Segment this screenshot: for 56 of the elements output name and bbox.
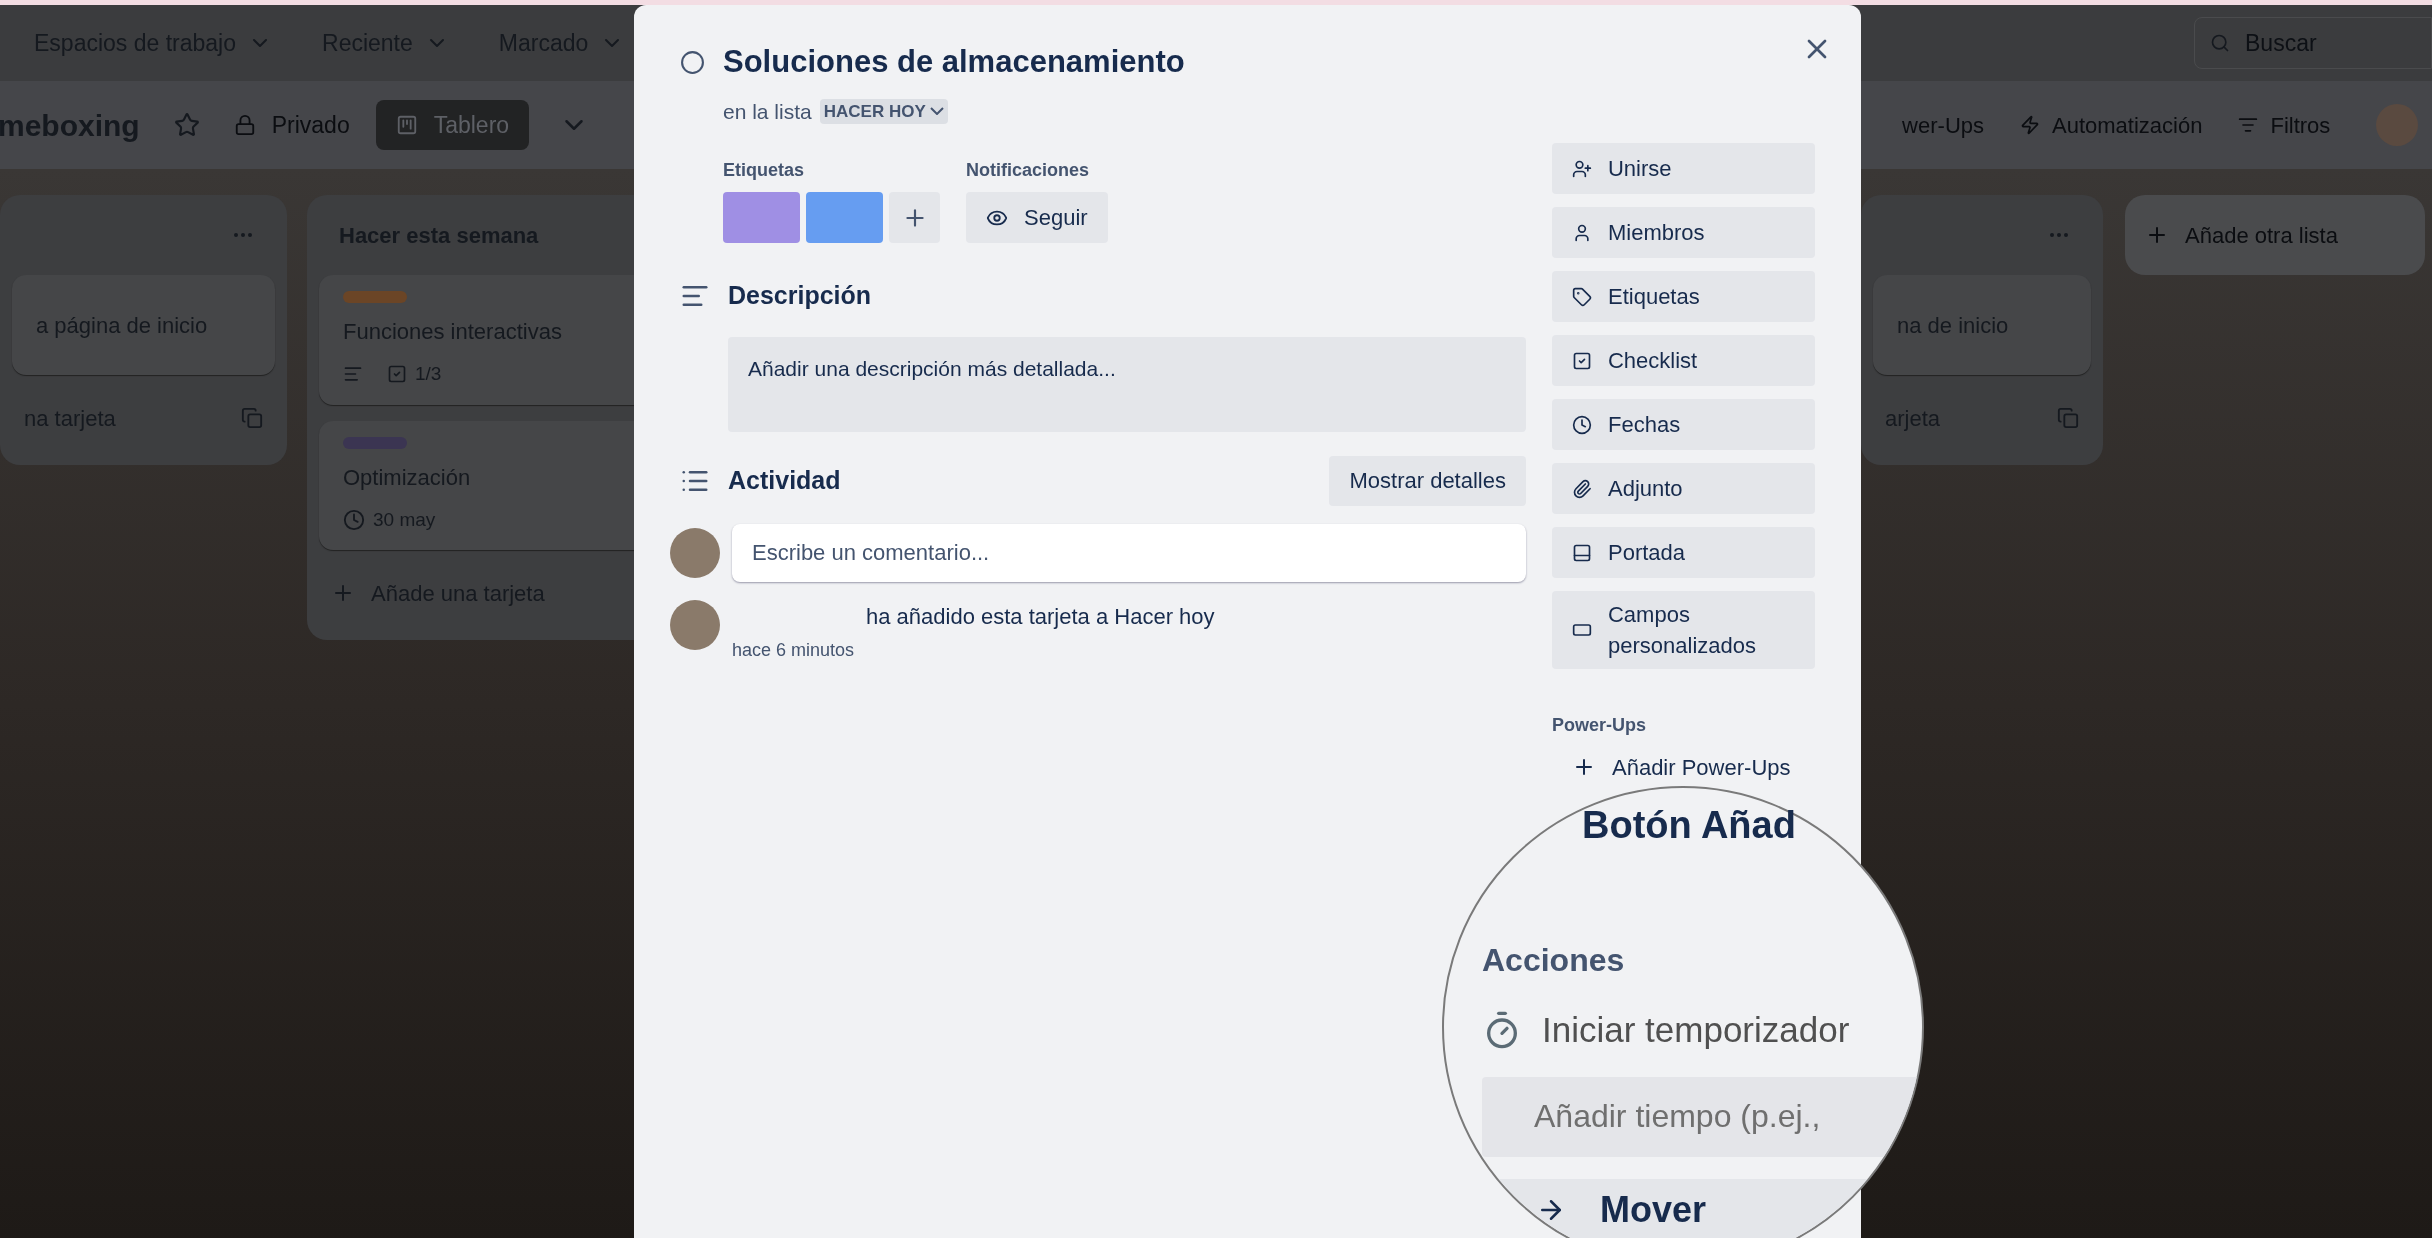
- user-plus-icon: [1572, 158, 1592, 179]
- user-icon: [1572, 222, 1592, 243]
- visibility-button[interactable]: Privado: [233, 107, 350, 143]
- label-chip[interactable]: [723, 192, 800, 243]
- sidebar-action-button[interactable]: Portada: [1552, 527, 1815, 578]
- paperclip-icon: [1572, 478, 1592, 499]
- sidebar-action-button[interactable]: Fechas: [1552, 399, 1815, 450]
- section-label: Notificaciones: [966, 159, 1091, 182]
- add-powerups-button[interactable]: Añadir Power-Ups: [1552, 752, 1811, 782]
- add-list-button[interactable]: Añade otra lista: [2125, 195, 2425, 275]
- follow-button[interactable]: Seguir: [966, 192, 1108, 243]
- list-dropdown[interactable]: HACER HOY: [819, 98, 948, 124]
- activity-time: hace 6 minutos: [732, 638, 856, 662]
- bolt-icon: [2020, 115, 2040, 135]
- template-icon[interactable]: [241, 407, 263, 429]
- description-field[interactable]: Añadir una descripción más detallada...: [728, 336, 1526, 432]
- header-action[interactable]: Filtros: [2238, 108, 2331, 142]
- sidebar-action-button[interactable]: Unirse: [1552, 143, 1815, 194]
- section-heading: Descripción: [728, 280, 872, 311]
- circle-icon[interactable]: [680, 49, 705, 75]
- checkbox-icon: [387, 364, 407, 385]
- sidebar-action-button[interactable]: Etiquetas: [1552, 271, 1815, 322]
- comment-field[interactable]: Escribe un comentario...: [732, 523, 1526, 582]
- header-action[interactable]: wer-Ups: [1902, 108, 1984, 142]
- panel-icon: [1572, 542, 1592, 563]
- clock-icon: [1572, 414, 1592, 435]
- clock-icon: [343, 508, 365, 531]
- magnified-title: Botón Añad: [1582, 806, 1796, 844]
- timer-button[interactable]: Iniciar temporizador: [1482, 1004, 1850, 1057]
- section-label: Etiquetas: [723, 159, 806, 182]
- sidebar-action-button[interactable]: Campos personalizados: [1552, 591, 1815, 669]
- user-avatar: [670, 599, 720, 650]
- user-avatar: [670, 527, 720, 578]
- chevron-down-icon: [929, 107, 944, 116]
- sidebar-action-button[interactable]: Checklist: [1552, 335, 1815, 386]
- section-label: Power-Ups: [1552, 714, 1647, 737]
- board-view-button[interactable]: Tablero: [375, 100, 530, 150]
- sidebar-action-button[interactable]: Adjunto: [1552, 463, 1815, 514]
- activity-text: ha añadido esta tarjeta a Hacer hoy: [866, 602, 1215, 631]
- section-heading: Actividad: [728, 464, 842, 496]
- board-icon: [395, 114, 418, 136]
- tag-icon: [1572, 286, 1592, 307]
- filter-icon: [2238, 115, 2259, 135]
- search-icon: [2210, 33, 2230, 53]
- section-label: Acciones: [1482, 941, 1626, 980]
- card-title: Soluciones de almacenamiento: [723, 43, 1185, 81]
- lock-icon: [233, 114, 256, 136]
- label-chip[interactable]: [806, 192, 883, 243]
- template-icon[interactable]: [2057, 407, 2079, 429]
- checkbox-icon: [1572, 350, 1592, 371]
- sidebar-action-button[interactable]: Miembros: [1552, 207, 1815, 258]
- add-label-button[interactable]: [889, 192, 940, 243]
- list-prefix: en la lista: [723, 98, 812, 125]
- header-action[interactable]: Automatización: [2020, 108, 2203, 142]
- details-button[interactable]: Mostrar detalles: [1329, 455, 1526, 506]
- star-icon[interactable]: [173, 112, 200, 138]
